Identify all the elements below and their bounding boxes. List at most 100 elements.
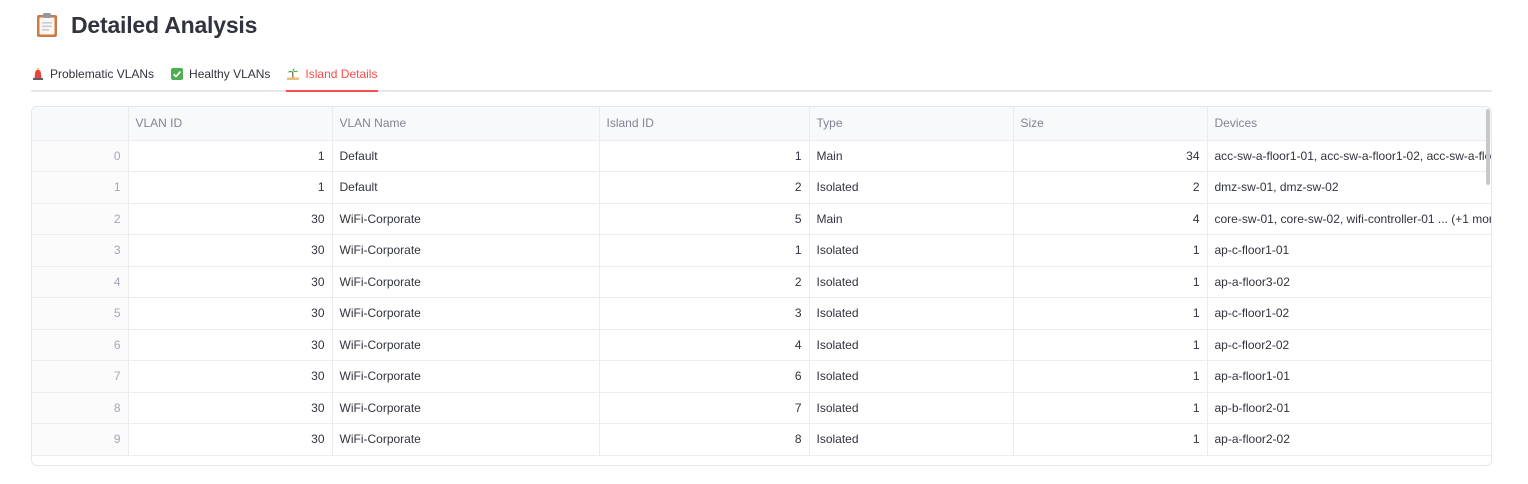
tab-healthy-vlans[interactable]: Healthy VLANs (170, 58, 271, 90)
cell-type[interactable]: Isolated (809, 392, 1014, 424)
row-index: 7 (32, 360, 129, 393)
cell-vlan-id[interactable]: 30 (128, 203, 333, 235)
cell-devices[interactable]: ap-c-floor2-02 (1207, 329, 1491, 361)
column-header-vlan-id[interactable]: VLAN ID (128, 107, 333, 141)
table-row[interactable]: 2 30 WiFi-Corporate 5 Main 4 core-sw-01, core-… (32, 203, 1491, 235)
cell-size[interactable]: 4 (1013, 203, 1208, 235)
cell-vlan-name[interactable]: WiFi-Corporate (332, 203, 600, 235)
column-header-island-id[interactable]: Island ID (599, 107, 810, 141)
vertical-scrollbar[interactable] (1486, 109, 1490, 185)
column-header-vlan-name[interactable]: VLAN Name (332, 107, 600, 141)
row-index: 2 (32, 203, 129, 235)
clipboard-icon (37, 13, 57, 37)
cell-island-id[interactable]: 6 (599, 360, 810, 393)
data-table: VLAN ID VLAN Name Island ID Type Size De… (32, 107, 1491, 456)
cell-type[interactable]: Main (809, 140, 1014, 172)
row-index: 5 (32, 297, 129, 330)
row-index: 1 (32, 171, 129, 204)
cell-island-id[interactable]: 8 (599, 423, 810, 456)
cell-size[interactable]: 1 (1013, 329, 1208, 361)
table-row[interactable]: 3 30 WiFi-Corporate 1 Isolated 1 ap-c-floor1-0… (32, 234, 1491, 267)
cell-vlan-name[interactable]: WiFi-Corporate (332, 297, 600, 330)
table-row[interactable]: 4 30 WiFi-Corporate 2 Isolated 1 ap-a-floor3-0… (32, 266, 1491, 298)
cell-size[interactable]: 34 (1013, 140, 1208, 172)
tab-problematic-vlans[interactable]: Problematic VLANs (31, 58, 155, 90)
cell-vlan-id[interactable]: 30 (128, 234, 333, 267)
row-index: 0 (32, 140, 129, 172)
cell-vlan-name[interactable]: WiFi-Corporate (332, 329, 600, 361)
cell-vlan-id[interactable]: 30 (128, 297, 333, 330)
check-box-icon (171, 68, 184, 80)
cell-devices[interactable]: ap-a-floor2-02 (1207, 423, 1491, 456)
index-column-header (32, 107, 129, 141)
cell-island-id[interactable]: 4 (599, 329, 810, 361)
cell-type[interactable]: Isolated (809, 329, 1014, 361)
cell-island-id[interactable]: 2 (599, 171, 810, 204)
cell-type[interactable]: Isolated (809, 297, 1014, 330)
tab-island-details[interactable]: Island Details (286, 58, 379, 92)
cell-vlan-name[interactable]: WiFi-Corporate (332, 360, 600, 393)
cell-devices[interactable]: dmz-sw-01, dmz-sw-02 (1207, 171, 1491, 204)
cell-island-id[interactable]: 1 (599, 234, 810, 267)
cell-vlan-id[interactable]: 30 (128, 360, 333, 393)
cell-size[interactable]: 1 (1013, 392, 1208, 424)
cell-devices[interactable]: acc-sw-a-floor1-01, acc-sw-a-floor1-02, … (1207, 140, 1491, 172)
island-details-table[interactable]: VLAN ID VLAN Name Island ID Type Size De… (31, 106, 1492, 466)
row-index: 9 (32, 423, 129, 456)
row-index: 6 (32, 329, 129, 361)
tab-label: Healthy VLANs (189, 67, 271, 81)
cell-size[interactable]: 1 (1013, 234, 1208, 267)
cell-vlan-name[interactable]: WiFi-Corporate (332, 423, 600, 456)
table-row[interactable]: 9 30 WiFi-Corporate 8 Isolated 1 ap-a-floor2-0… (32, 423, 1491, 456)
cell-type[interactable]: Isolated (809, 266, 1014, 298)
cell-vlan-name[interactable]: WiFi-Corporate (332, 266, 600, 298)
cell-size[interactable]: 1 (1013, 266, 1208, 298)
cell-vlan-id[interactable]: 1 (128, 140, 333, 172)
table-row[interactable]: 0 1 Default 1 Main 34 acc-sw-a-floor1-01, acc-… (32, 140, 1491, 172)
page-title: Detailed Analysis (71, 11, 258, 38)
cell-island-id[interactable]: 3 (599, 297, 810, 330)
cell-vlan-name[interactable]: WiFi-Corporate (332, 234, 600, 267)
column-header-devices[interactable]: Devices (1207, 107, 1491, 141)
cell-devices[interactable]: core-sw-01, core-sw-02, wifi-controller-… (1207, 203, 1491, 235)
cell-type[interactable]: Isolated (809, 360, 1014, 393)
cell-vlan-id[interactable]: 30 (128, 329, 333, 361)
table-row[interactable]: 8 30 WiFi-Corporate 7 Isolated 1 ap-b-floor2-0… (32, 392, 1491, 424)
table-row[interactable]: 5 30 WiFi-Corporate 3 Isolated 1 ap-c-floor1-0… (32, 297, 1491, 330)
siren-icon (33, 68, 43, 80)
cell-vlan-id[interactable]: 30 (128, 392, 333, 424)
cell-vlan-id[interactable]: 1 (128, 171, 333, 204)
palm-tree-icon (287, 68, 300, 80)
cell-vlan-id[interactable]: 30 (128, 266, 333, 298)
cell-devices[interactable]: ap-b-floor2-01 (1207, 392, 1491, 424)
cell-size[interactable]: 2 (1013, 171, 1208, 204)
cell-type[interactable]: Isolated (809, 234, 1014, 267)
cell-vlan-id[interactable]: 30 (128, 423, 333, 456)
row-index: 3 (32, 234, 129, 267)
cell-island-id[interactable]: 7 (599, 392, 810, 424)
table-row[interactable]: 1 1 Default 2 Isolated 2 dmz-sw-01, dmz-sw-02 (32, 171, 1491, 204)
cell-vlan-name[interactable]: WiFi-Corporate (332, 392, 600, 424)
cell-vlan-name[interactable]: Default (332, 171, 600, 204)
cell-devices[interactable]: ap-c-floor1-01 (1207, 234, 1491, 267)
cell-island-id[interactable]: 1 (599, 140, 810, 172)
column-header-size[interactable]: Size (1013, 107, 1208, 141)
cell-devices[interactable]: ap-a-floor3-02 (1207, 266, 1491, 298)
tab-label: Island Details (305, 67, 378, 81)
table-row[interactable]: 6 30 WiFi-Corporate 4 Isolated 1 ap-c-floor2-0… (32, 329, 1491, 361)
tab-bar: Problematic VLANs Healthy VLANs Island D… (31, 58, 1492, 92)
cell-vlan-name[interactable]: Default (332, 140, 600, 172)
column-header-type[interactable]: Type (809, 107, 1014, 141)
cell-devices[interactable]: ap-a-floor1-01 (1207, 360, 1491, 393)
cell-devices[interactable]: ap-c-floor1-02 (1207, 297, 1491, 330)
cell-island-id[interactable]: 2 (599, 266, 810, 298)
row-index: 8 (32, 392, 129, 424)
table-row[interactable]: 7 30 WiFi-Corporate 6 Isolated 1 ap-a-floor1-0… (32, 360, 1491, 393)
cell-size[interactable]: 1 (1013, 423, 1208, 456)
cell-size[interactable]: 1 (1013, 360, 1208, 393)
cell-type[interactable]: Isolated (809, 171, 1014, 204)
cell-size[interactable]: 1 (1013, 297, 1208, 330)
cell-type[interactable]: Main (809, 203, 1014, 235)
cell-island-id[interactable]: 5 (599, 203, 810, 235)
cell-type[interactable]: Isolated (809, 423, 1014, 456)
